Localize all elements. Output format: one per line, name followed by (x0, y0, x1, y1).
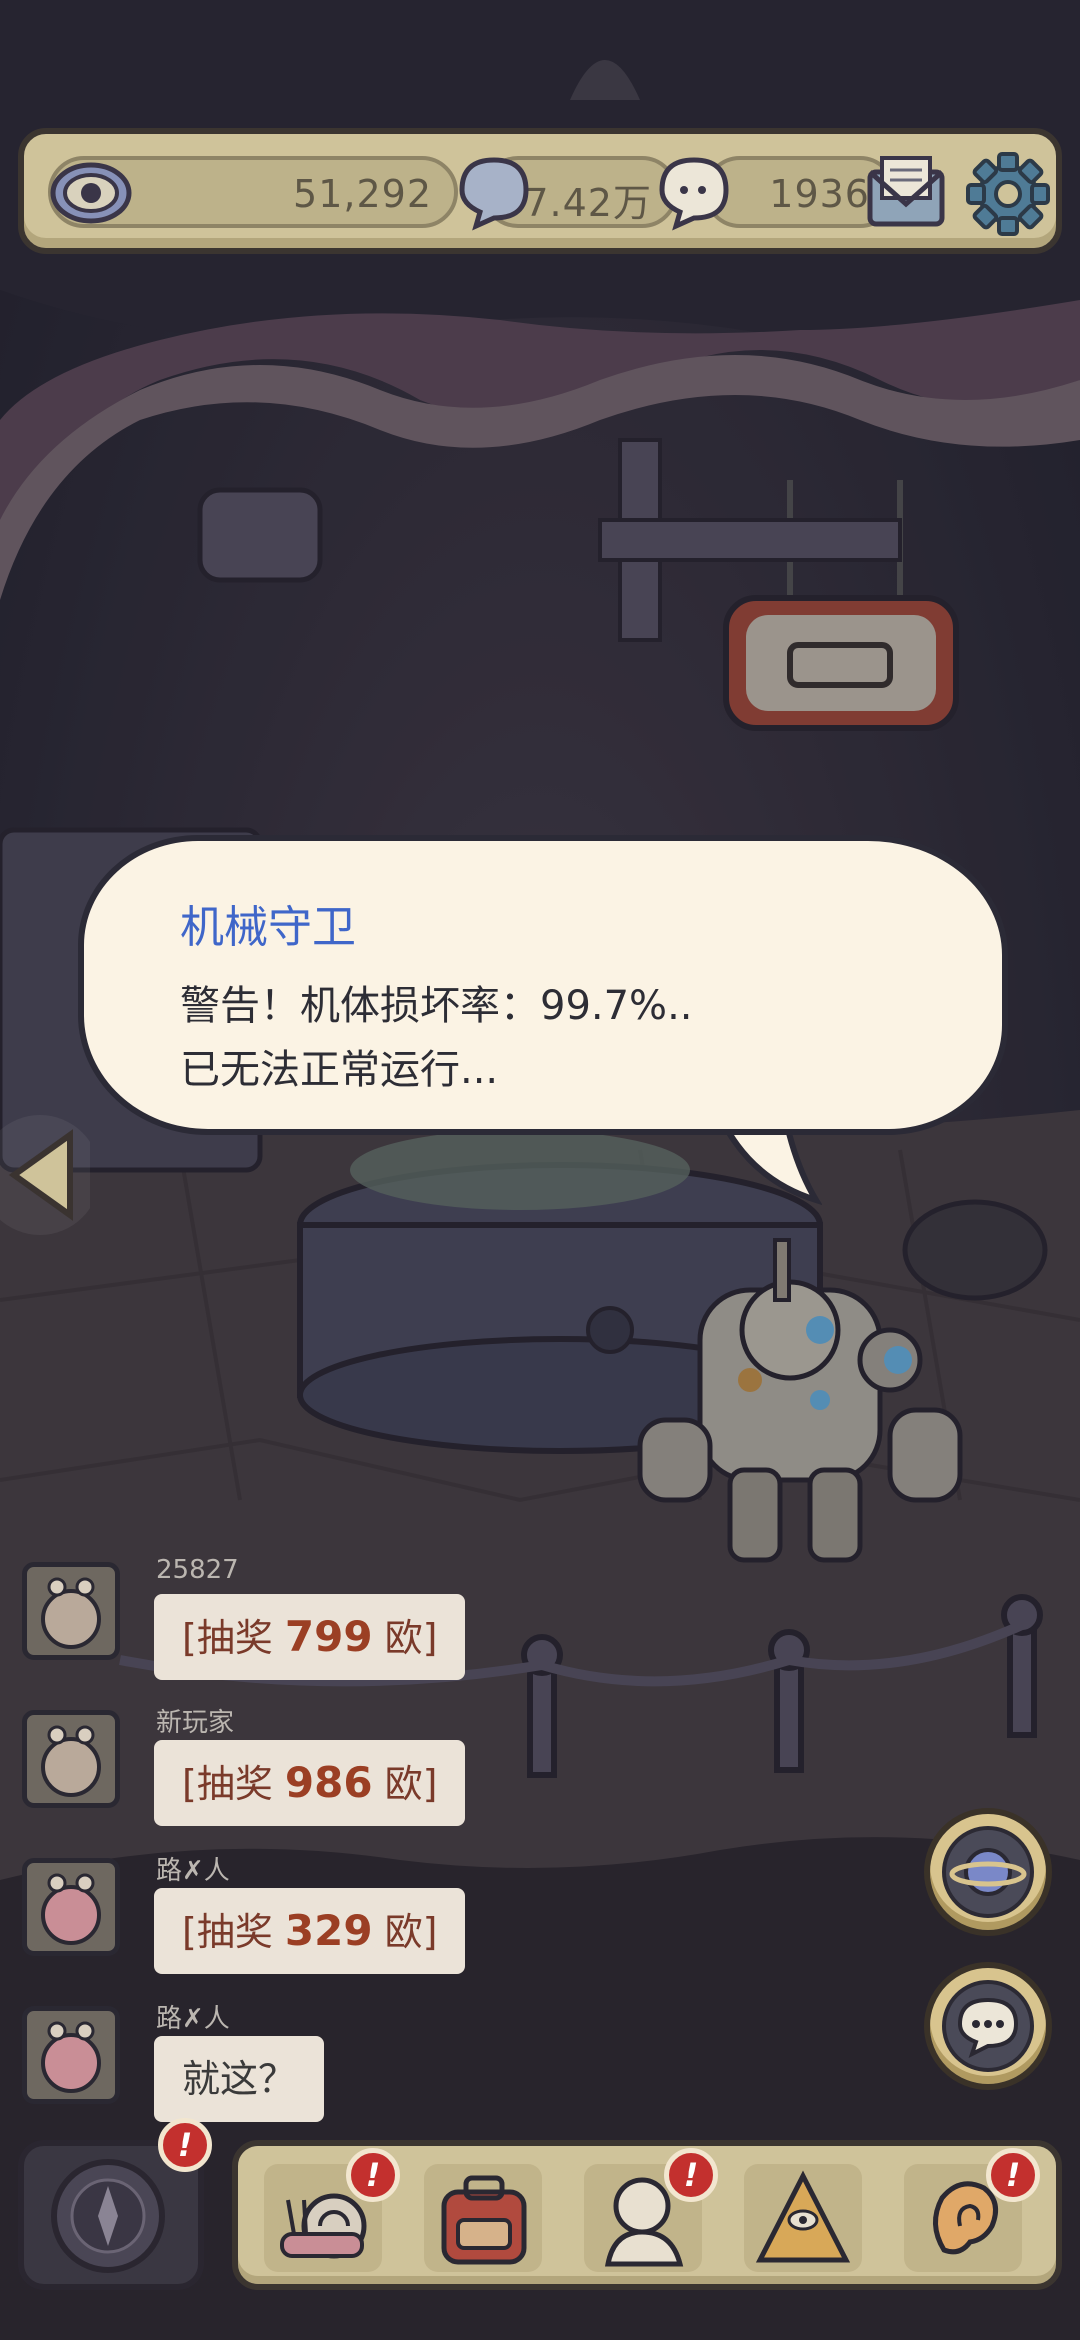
chat-message[interactable]: [抽奖 799 欧] (154, 1594, 466, 1680)
chat-bubble-icon (659, 157, 729, 231)
notification-badge: ! (986, 2148, 1040, 2202)
game-scene (0, 0, 1080, 2340)
chat-message-suffix: 欧] (372, 1616, 438, 1660)
background-scenery (0, 0, 1080, 2340)
top-status-bar: 51,292 7.42万 1936 (18, 128, 1062, 254)
snail-avatar-icon (41, 1873, 101, 1945)
chat-username: 25827 (156, 1555, 239, 1585)
snail-avatar-icon (41, 2021, 101, 2093)
backpack-icon (441, 2175, 527, 2265)
vision-value: 51,292 (293, 172, 432, 216)
gear-icon[interactable] (962, 148, 1054, 240)
chat-message-number: 799 (284, 1612, 373, 1661)
dialog-line-2: 已无法正常运行... (180, 1047, 499, 1093)
chat-message-prefix: [抽奖 (182, 1910, 285, 1954)
chat-message[interactable]: 就这？ (154, 2036, 325, 2122)
chat-count-value: 1936 (769, 172, 870, 216)
chat-message-number: 329 (284, 1906, 373, 1955)
notification-badge: ! (664, 2148, 718, 2202)
avatar[interactable] (22, 1562, 120, 1660)
planet-button[interactable] (924, 1808, 1052, 1936)
speaker-name: 机械守卫 (180, 902, 356, 953)
eye-icon (50, 162, 132, 224)
chat-message-prefix: [抽奖 (182, 1762, 285, 1806)
chat-message-number: 986 (284, 1758, 373, 1807)
chat-message-suffix: 欧] (372, 1762, 438, 1806)
avatar[interactable] (22, 2006, 120, 2104)
bubbles-value: 7.42万 (524, 181, 652, 225)
avatar[interactable] (22, 1710, 120, 1808)
nav-backpack[interactable] (424, 2164, 542, 2272)
bubble-tail-join (716, 1100, 820, 1114)
chat-message-prefix: [抽奖 (182, 1616, 285, 1660)
chat-button[interactable] (924, 1962, 1052, 2090)
notification-badge: ! (158, 2118, 212, 2172)
left-arrow-icon[interactable] (0, 1110, 90, 1240)
snail-avatar-icon (41, 1725, 101, 1797)
dialog-bubble[interactable]: 机械守卫 警告！机体损坏率：99.7%.. 已无法正常运行... (78, 835, 1008, 1135)
mail-icon[interactable] (860, 148, 952, 240)
chat-message[interactable]: [抽奖 329 欧] (154, 1888, 466, 1974)
chat-message-suffix: 欧] (372, 1910, 438, 1954)
chat-username: 路✗人 (156, 2004, 230, 2034)
avatar[interactable] (22, 1858, 120, 1956)
snail-avatar-icon (41, 1577, 101, 1649)
chat-button-inner (942, 1980, 1034, 2072)
planet-icon (949, 1848, 1027, 1896)
chat-message[interactable]: [抽奖 986 欧] (154, 1740, 466, 1826)
chat-username: 新玩家 (156, 1708, 235, 1738)
notification-badge: ! (346, 2148, 400, 2202)
chat-icon (957, 1997, 1019, 2058)
pyramid-icon (755, 2170, 851, 2263)
dialog-line-1: 警告！机体损坏率：99.7%.. (180, 983, 693, 1029)
planet-button-inner (942, 1826, 1034, 1918)
speech-bubble-icon (459, 157, 529, 231)
shell-icon (570, 60, 640, 100)
nav-pyramid[interactable] (744, 2164, 862, 2272)
chat-username: 路✗人 (156, 1856, 230, 1886)
